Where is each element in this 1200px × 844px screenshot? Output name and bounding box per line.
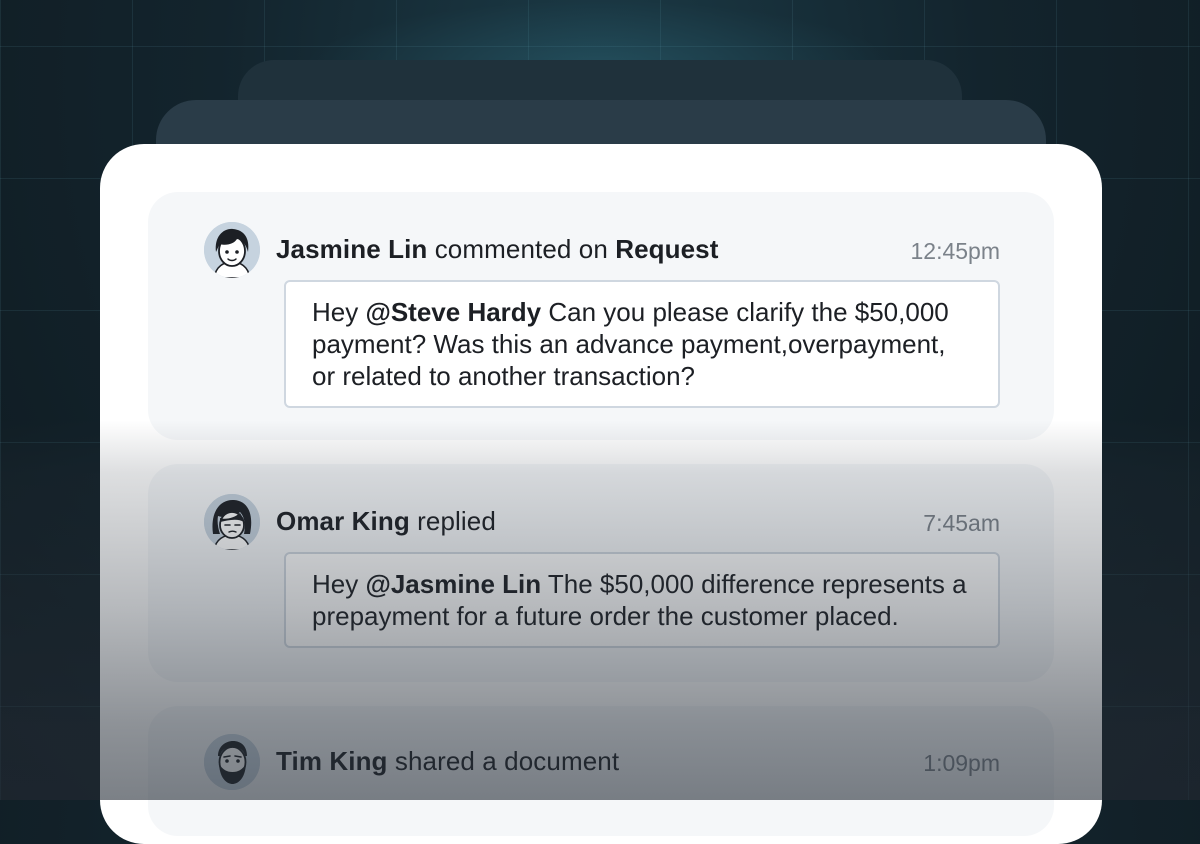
avatar-tim-king[interactable]	[204, 734, 260, 790]
avatar-jasmine-lin[interactable]	[204, 222, 260, 278]
comment-bubble: Hey @Steve Hardy Can you please clarify …	[284, 280, 1000, 408]
activity-headline: Tim King shared a document	[276, 746, 619, 777]
author-name[interactable]: Omar King	[276, 506, 410, 536]
activity-target-link[interactable]: Request	[615, 234, 718, 264]
message-greeting: Hey	[312, 297, 359, 327]
message-greeting: Hey	[312, 569, 359, 599]
author-name[interactable]: Tim King	[276, 746, 388, 776]
activity-action: shared a document	[394, 746, 620, 776]
mention-link[interactable]: @Jasmine Lin	[365, 569, 541, 599]
activity-timestamp: 12:45pm	[910, 238, 1000, 264]
author-name[interactable]: Jasmine Lin	[276, 234, 427, 264]
activity-action: replied	[417, 506, 496, 536]
activity-timestamp: 7:45am	[923, 510, 1000, 536]
avatar-person-bob-hair-icon	[204, 494, 260, 550]
avatar-man-beard-icon	[204, 734, 260, 790]
activity-timestamp: 1:09pm	[923, 750, 1000, 776]
activity-headline: Jasmine Lin commented on Request	[276, 234, 719, 265]
activity-headline: Omar King replied	[276, 506, 496, 537]
reply-bubble: Hey @Jasmine Lin The $50,000 difference …	[284, 552, 1000, 648]
avatar-woman-short-hair-icon	[204, 222, 260, 278]
mention-link[interactable]: @Steve Hardy	[365, 297, 541, 327]
avatar-omar-king[interactable]	[204, 494, 260, 550]
activity-action: commented on	[434, 234, 608, 264]
